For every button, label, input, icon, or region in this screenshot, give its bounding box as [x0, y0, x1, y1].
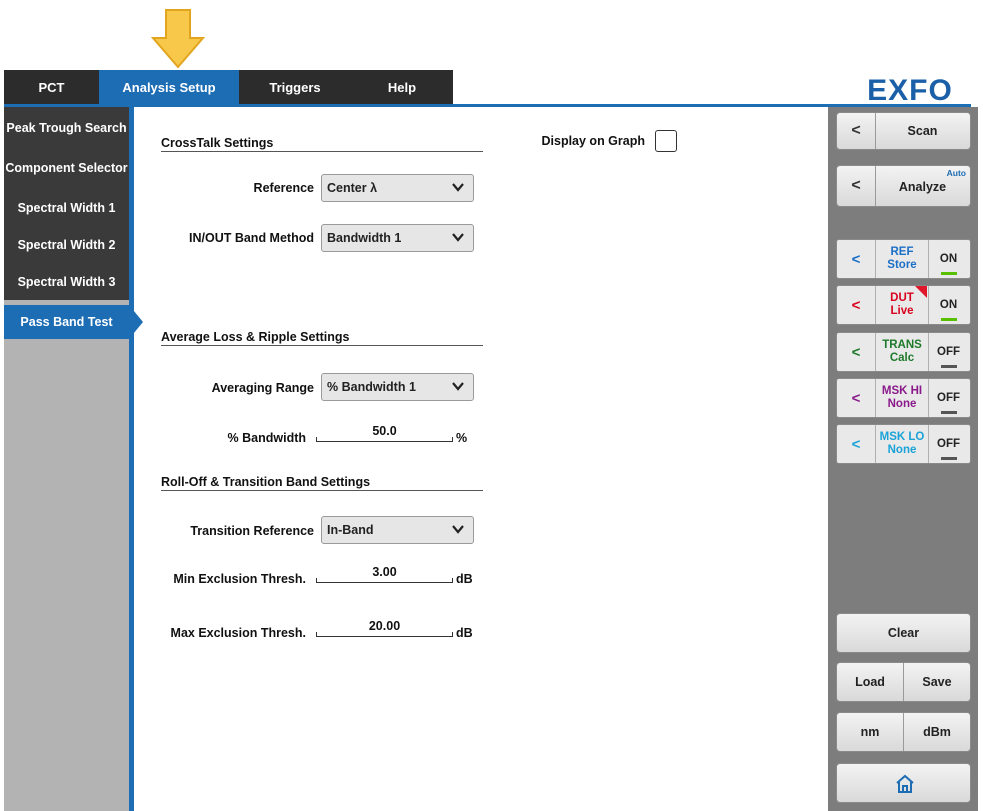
trace-msk-hi-indicator — [941, 411, 957, 414]
tab-analysis-setup[interactable]: Analysis Setup — [99, 70, 239, 104]
trace-msk-hi-back-icon[interactable]: < — [837, 379, 875, 417]
trace-ref-back-icon[interactable]: < — [837, 240, 875, 278]
transition-reference-label: Transition Reference — [190, 524, 314, 538]
crosstalk-divider — [161, 151, 483, 152]
reference-label: Reference — [253, 181, 314, 195]
min-exclusion-value: 3.00 — [372, 565, 397, 579]
max-exclusion-input[interactable]: 20.00 — [316, 619, 453, 639]
sidebar-item-pass-band-test[interactable]: Pass Band Test — [4, 305, 129, 339]
chevron-down-icon — [452, 233, 464, 242]
chevron-down-icon — [452, 382, 464, 391]
pct-bandwidth-label: % Bandwidth — [227, 431, 306, 445]
sidebar-item-component-selector[interactable]: Component Selector — [4, 151, 129, 185]
rolloff-section-title: Roll-Off & Transition Band Settings — [161, 475, 371, 489]
sidebar-item-spectral-width-2[interactable]: Spectral Width 2 — [4, 228, 129, 262]
tab-triggers[interactable]: Triggers — [239, 70, 351, 104]
sidebar-item-spectral-width-3[interactable]: Spectral Width 3 — [4, 265, 129, 299]
avg-loss-divider — [161, 345, 483, 346]
tab-pct[interactable]: PCT — [4, 70, 99, 104]
trace-msk-lo-indicator — [941, 457, 957, 460]
scan-back-icon[interactable]: < — [837, 113, 876, 149]
reference-value: Center λ — [327, 181, 378, 195]
sidebar-item-spectral-width-1[interactable]: Spectral Width 1 — [4, 191, 129, 225]
load-save-group: Load Save — [836, 662, 971, 702]
averaging-range-dropdown[interactable]: % Bandwidth 1 — [321, 373, 474, 401]
trace-trans-indicator — [941, 365, 957, 368]
trace-ref-indicator — [941, 272, 957, 275]
sidebar-item-peak-trough-search[interactable]: Peak Trough Search — [4, 111, 129, 145]
clear-button[interactable]: Clear — [836, 613, 971, 653]
home-button[interactable] — [836, 763, 971, 803]
analyze-back-icon[interactable]: < — [837, 166, 876, 206]
trace-dut: < DUT Live ON — [836, 285, 971, 325]
display-on-graph-label: Display on Graph — [541, 134, 646, 148]
min-exclusion-input[interactable]: 3.00 — [316, 565, 453, 585]
trace-msk-hi-name[interactable]: MSK HI None — [875, 379, 929, 417]
save-button[interactable]: Save — [904, 663, 970, 701]
inout-band-method-dropdown[interactable]: Bandwidth 1 — [321, 224, 474, 252]
trace-trans: < TRANS Calc OFF — [836, 332, 971, 372]
transition-reference-value: In-Band — [327, 523, 374, 537]
exfo-logo: EXFO — [867, 74, 953, 107]
scan-button[interactable]: < Scan — [836, 112, 971, 150]
trace-ref-name[interactable]: REF Store — [875, 240, 929, 278]
load-button[interactable]: Load — [837, 663, 904, 701]
pointer-arrow-icon — [150, 9, 206, 69]
clear-label: Clear — [887, 626, 920, 640]
trace-ref: < REF Store ON — [836, 239, 971, 279]
trace-msk-lo-name[interactable]: MSK LO None — [875, 425, 929, 463]
trace-msk-hi: < MSK HI None OFF — [836, 378, 971, 418]
chevron-down-icon — [452, 525, 464, 534]
pct-bandwidth-value: 50.0 — [372, 424, 397, 438]
averaging-range-value: % Bandwidth 1 — [327, 380, 416, 394]
units-group: nm dBm — [836, 712, 971, 752]
min-exclusion-label: Min Exclusion Thresh. — [173, 572, 306, 586]
home-icon — [896, 774, 914, 793]
avg-loss-section-title: Average Loss & Ripple Settings — [161, 330, 350, 344]
trace-trans-name[interactable]: TRANS Calc — [875, 333, 929, 371]
crosstalk-section-title: CrossTalk Settings — [161, 136, 274, 150]
trace-dut-back-icon[interactable]: < — [837, 286, 875, 324]
trace-msk-lo-back-icon[interactable]: < — [837, 425, 875, 463]
auto-badge: Auto — [946, 168, 966, 178]
pct-bandwidth-unit: % — [456, 431, 468, 445]
max-exclusion-value: 20.00 — [368, 619, 401, 633]
dbm-unit-button[interactable]: dBm — [904, 713, 970, 751]
active-trace-corner-icon — [915, 286, 927, 298]
scan-label: Scan — [907, 124, 938, 138]
max-exclusion-unit: dB — [456, 626, 473, 640]
sidebar: Peak Trough Search Component Selector Sp… — [4, 107, 143, 811]
trace-trans-back-icon[interactable]: < — [837, 333, 875, 371]
inout-band-method-label: IN/OUT Band Method — [189, 231, 314, 245]
tab-underline — [4, 104, 971, 107]
pct-bandwidth-input[interactable]: 50.0 — [316, 424, 453, 444]
trace-msk-lo: < MSK LO None OFF — [836, 424, 971, 464]
tab-help[interactable]: Help — [351, 70, 453, 104]
averaging-range-label: Averaging Range — [211, 381, 314, 395]
rolloff-divider — [161, 490, 483, 491]
main-tab-bar: PCT Analysis Setup Triggers Help — [4, 70, 453, 104]
nm-unit-button[interactable]: nm — [837, 713, 904, 751]
chevron-down-icon — [452, 183, 464, 192]
transition-reference-dropdown[interactable]: In-Band — [321, 516, 474, 544]
sidebar-border — [129, 107, 134, 811]
trace-dut-indicator — [941, 318, 957, 321]
reference-dropdown[interactable]: Center λ — [321, 174, 474, 202]
analyze-label: Analyze — [898, 180, 947, 194]
display-on-graph-checkbox[interactable] — [655, 130, 677, 152]
max-exclusion-label: Max Exclusion Thresh. — [170, 626, 306, 640]
inout-band-method-value: Bandwidth 1 — [327, 231, 402, 245]
min-exclusion-unit: dB — [456, 572, 473, 586]
analyze-button[interactable]: < Analyze Auto — [836, 165, 971, 207]
